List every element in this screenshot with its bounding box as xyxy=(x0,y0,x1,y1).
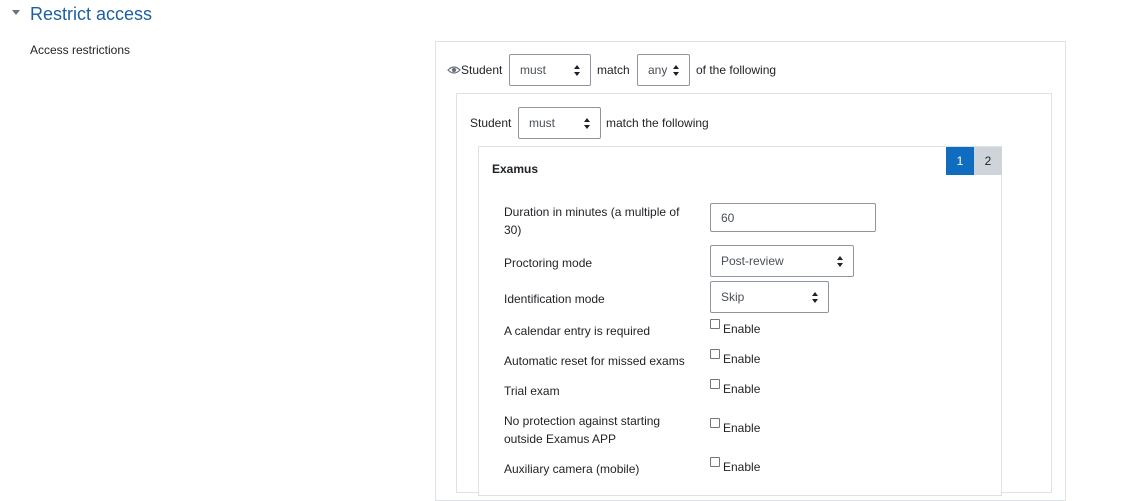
access-restrictions-label: Access restrictions xyxy=(30,43,131,57)
trial-exam-checkbox[interactable] xyxy=(710,379,720,389)
duration-label: Duration in minutes (a multiple of 30) xyxy=(504,205,680,237)
select-arrows-icon xyxy=(574,65,581,76)
auxiliary-camera-label: Auxiliary camera (mobile) xyxy=(504,462,640,476)
identification-mode-value: Skip xyxy=(721,290,745,304)
inner-must-select-value: must xyxy=(529,116,556,130)
inner-must-select[interactable]: must xyxy=(518,107,601,139)
auxiliary-camera-enable-label[interactable]: Enable xyxy=(723,460,760,474)
duration-input[interactable] xyxy=(710,203,876,232)
no-protection-label: No protection against starting outside E… xyxy=(504,414,661,446)
outer-match-label: match xyxy=(597,63,630,77)
outer-student-label: Student xyxy=(461,63,503,77)
identification-mode-select[interactable]: Skip xyxy=(710,281,829,313)
trial-exam-label: Trial exam xyxy=(504,384,560,398)
calendar-entry-enable-label[interactable]: Enable xyxy=(723,322,760,336)
auto-reset-label: Automatic reset for missed exams xyxy=(504,354,685,368)
section-title[interactable]: Restrict access xyxy=(30,4,152,25)
calendar-entry-label: A calendar entry is required xyxy=(504,324,651,338)
collapse-caret-icon[interactable] xyxy=(12,10,20,15)
page-button-2[interactable]: 2 xyxy=(974,147,1002,175)
outer-must-select-value: must xyxy=(520,63,547,77)
proctoring-mode-label: Proctoring mode xyxy=(504,256,593,270)
identification-mode-label: Identification mode xyxy=(504,292,605,306)
select-arrows-icon xyxy=(837,256,844,267)
proctoring-mode-value: Post-review xyxy=(721,254,784,268)
trial-exam-enable-label[interactable]: Enable xyxy=(723,382,760,396)
no-protection-checkbox[interactable] xyxy=(710,418,720,428)
proctoring-mode-select[interactable]: Post-review xyxy=(710,245,854,277)
outer-suffix-label: of the following xyxy=(696,63,777,77)
examus-title: Examus xyxy=(492,162,539,176)
select-arrows-icon xyxy=(812,292,819,303)
page-button-1[interactable]: 1 xyxy=(946,147,974,175)
inner-student-label: Student xyxy=(470,116,512,130)
select-arrows-icon xyxy=(584,118,591,129)
auto-reset-checkbox[interactable] xyxy=(710,349,720,359)
no-protection-enable-label[interactable]: Enable xyxy=(723,421,760,435)
inner-suffix-label: match the following xyxy=(606,116,709,130)
outer-any-select-value: any xyxy=(648,63,668,77)
auto-reset-enable-label[interactable]: Enable xyxy=(723,352,760,366)
outer-must-select[interactable]: must xyxy=(509,54,591,86)
eye-icon[interactable] xyxy=(447,65,461,75)
auxiliary-camera-checkbox[interactable] xyxy=(710,457,720,467)
calendar-entry-checkbox[interactable] xyxy=(710,319,720,329)
select-arrows-icon xyxy=(673,65,680,76)
outer-any-select[interactable]: any xyxy=(637,54,690,86)
